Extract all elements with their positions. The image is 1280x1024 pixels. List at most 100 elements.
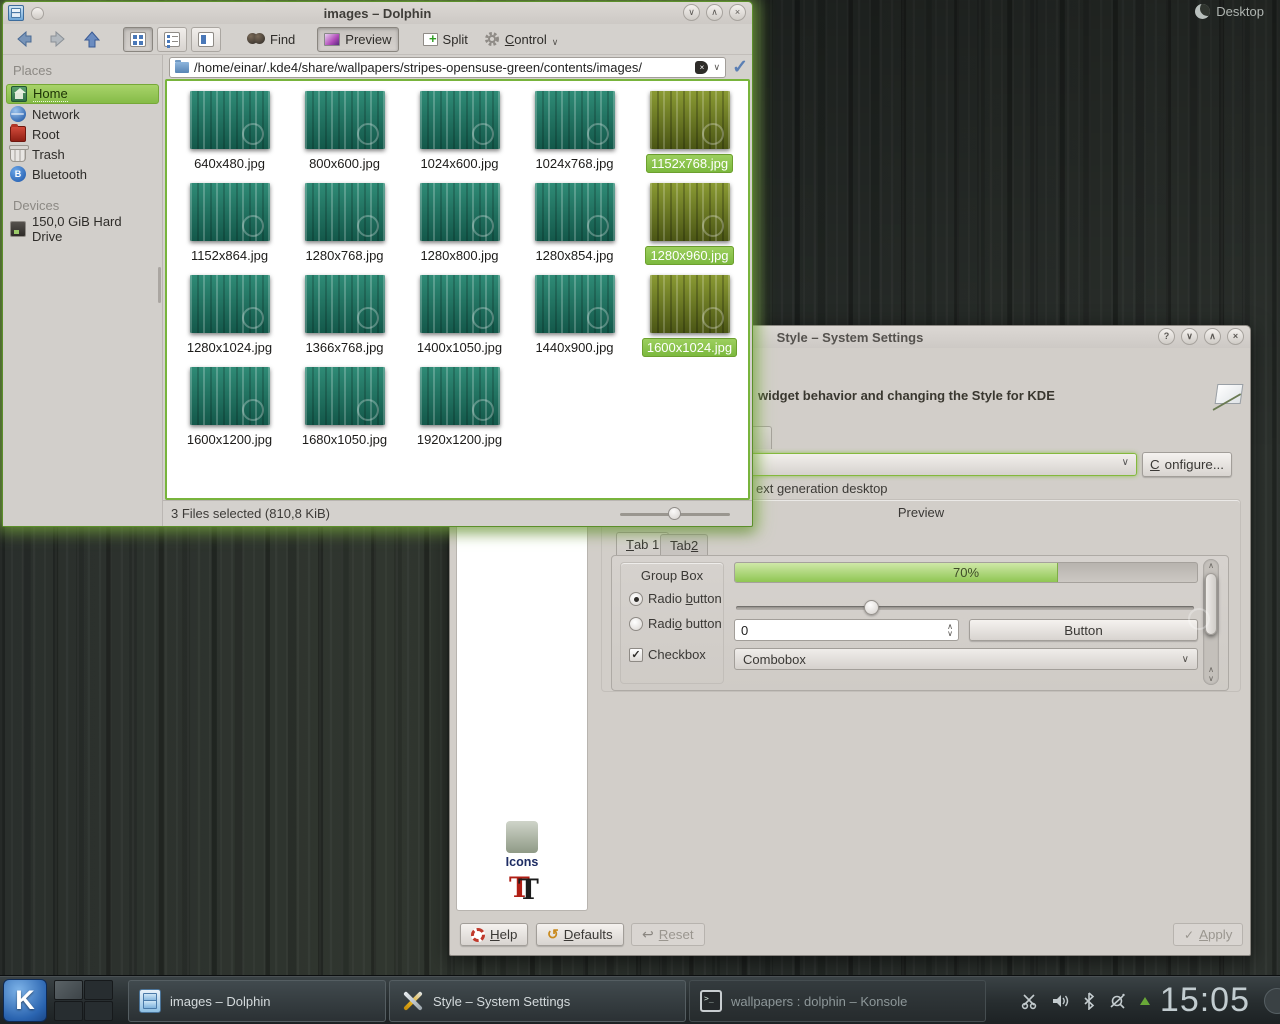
pager-desktop-2[interactable] — [84, 980, 113, 1000]
task-system-settings[interactable]: Style – System Settings — [389, 980, 686, 1022]
details-view-button[interactable] — [157, 27, 187, 52]
file-item[interactable]: 1280x854.jpg — [517, 183, 632, 275]
spinbox-arrows[interactable]: ∧ ∨ — [947, 623, 953, 637]
kde-menu-button[interactable]: K — [3, 979, 47, 1022]
chevron-down-icon[interactable]: ∨ — [713, 62, 720, 73]
maximize-button[interactable]: ∧ — [1204, 328, 1221, 345]
sidebar-item[interactable]: Icons — [457, 821, 587, 869]
device-item[interactable]: 150,0 GiB Hard Drive — [6, 219, 159, 239]
scroll-up-icon[interactable]: ∧ — [1203, 665, 1219, 674]
forward-button[interactable] — [43, 27, 73, 52]
reset-button[interactable]: ↩ Reset — [631, 923, 705, 946]
places-item[interactable]: Trash — [6, 144, 159, 164]
bluetooth-icon[interactable] — [1082, 992, 1096, 1010]
preview-slider[interactable] — [736, 600, 1194, 615]
file-item[interactable]: 1280x960.jpg — [632, 183, 747, 275]
pager-desktop-3[interactable] — [54, 1001, 83, 1021]
find-button[interactable]: Find — [241, 27, 301, 52]
file-item[interactable]: 1920x1200.jpg — [402, 367, 517, 459]
digital-clock[interactable]: 15:05 — [1160, 976, 1250, 1024]
location-bar[interactable]: /home/einar/.kde4/share/wallpapers/strip… — [169, 57, 726, 78]
close-button[interactable]: × — [729, 4, 746, 21]
split-button[interactable]: Split — [417, 27, 474, 52]
file-name: 1280x854.jpg — [531, 247, 617, 264]
pager-desktop-1[interactable] — [54, 980, 83, 1000]
volume-icon[interactable] — [1051, 992, 1069, 1010]
file-item[interactable]: 800x600.jpg — [287, 91, 402, 183]
preview-toggle-button[interactable]: Preview — [317, 27, 398, 52]
file-name: 1280x1024.jpg — [183, 339, 276, 356]
task-dolphin[interactable]: images – Dolphin — [128, 980, 386, 1022]
file-item[interactable]: 1024x768.jpg — [517, 91, 632, 183]
dolphin-titlebar[interactable]: images – Dolphin ∨ ∧ × — [3, 2, 752, 24]
file-item[interactable]: 1280x768.jpg — [287, 183, 402, 275]
help-window-button[interactable]: ? — [1158, 328, 1175, 345]
maximize-button[interactable]: ∧ — [706, 4, 723, 21]
sticky-window-button[interactable] — [31, 7, 44, 20]
wallpaper-thumbnail — [190, 183, 270, 241]
search-indexer-icon[interactable] — [1109, 992, 1127, 1010]
file-name: 1600x1024.jpg — [642, 338, 737, 357]
klipper-scissors-icon[interactable] — [1020, 992, 1038, 1010]
desktop-pager[interactable] — [54, 980, 113, 1021]
back-button[interactable] — [9, 27, 39, 52]
icons-view-button[interactable] — [123, 27, 153, 52]
panel-cashew[interactable] — [1264, 988, 1280, 1014]
control-menu-button[interactable]: Control ∨ — [478, 27, 565, 52]
chevron-down-icon: ∨ — [1182, 654, 1189, 665]
file-item[interactable]: 1280x800.jpg — [402, 183, 517, 275]
places-item[interactable]: Home — [6, 84, 159, 104]
file-item[interactable]: 1400x1050.jpg — [402, 275, 517, 367]
scroll-down-icon[interactable]: ∨ — [1203, 674, 1219, 683]
file-item[interactable]: 1024x600.jpg — [402, 91, 517, 183]
help-button[interactable]: Help — [460, 923, 528, 946]
scroll-up-icon[interactable]: ∧ — [1203, 561, 1219, 570]
slider-handle[interactable] — [668, 507, 681, 520]
radio-button-2[interactable]: Radio button — [629, 616, 722, 631]
defaults-button[interactable]: ↺ Defaults — [536, 923, 624, 946]
apply-button[interactable]: ✓ Apply — [1173, 923, 1243, 946]
file-item[interactable]: 1152x768.jpg — [632, 91, 747, 183]
file-item[interactable]: 1600x1024.jpg — [632, 275, 747, 367]
accept-location-button[interactable]: ✓ — [732, 58, 748, 77]
wallpaper-thumbnail — [650, 183, 730, 241]
file-item[interactable]: 1280x1024.jpg — [172, 275, 287, 367]
up-button[interactable] — [77, 27, 107, 52]
desktop-toolbox[interactable]: Desktop — [1195, 4, 1264, 19]
dolphin-app-icon[interactable] — [8, 5, 24, 21]
file-item[interactable]: 1440x900.jpg — [517, 275, 632, 367]
preview-combobox[interactable]: Combobox ∨ — [734, 648, 1198, 670]
file-view[interactable]: 640x480.jpg 800x600.jpg 1024x600.jpg — [165, 79, 750, 500]
minimize-button[interactable]: ∨ — [683, 4, 700, 21]
slider-handle[interactable] — [864, 600, 879, 615]
scrollbar-thumb[interactable] — [1205, 573, 1217, 635]
minimize-button[interactable]: ∨ — [1181, 328, 1198, 345]
file-item[interactable]: 1680x1050.jpg — [287, 367, 402, 459]
configure-button[interactable]: Configure... — [1142, 452, 1232, 477]
close-button[interactable]: × — [1227, 328, 1244, 345]
file-item[interactable]: 640x480.jpg — [172, 91, 287, 183]
file-item[interactable]: 1366x768.jpg — [287, 275, 402, 367]
file-item[interactable]: 1152x864.jpg — [172, 183, 287, 275]
places-item[interactable]: Root — [6, 124, 159, 144]
places-scrollbar[interactable] — [158, 267, 161, 303]
sidebar-item[interactable]: Fonts — [457, 881, 587, 911]
file-item[interactable]: 1600x1200.jpg — [172, 367, 287, 459]
tray-expander-icon[interactable] — [1140, 997, 1150, 1005]
radio-button-1[interactable]: Radio button — [629, 591, 722, 606]
spinbox[interactable]: 0 ∧ ∨ — [734, 619, 959, 641]
clear-text-icon[interactable]: × — [695, 61, 708, 74]
location-path[interactable]: /home/einar/.kde4/share/wallpapers/strip… — [194, 60, 690, 75]
preview-scrollbar[interactable]: ∧ ∧ ∨ — [1203, 559, 1219, 685]
columns-view-button[interactable] — [191, 27, 221, 52]
spin-down-icon[interactable]: ∨ — [947, 630, 953, 637]
checkbox-control[interactable]: ✓ Checkbox — [629, 647, 706, 662]
places-item[interactable]: Bluetooth — [6, 164, 159, 184]
preview-button[interactable]: Button — [969, 619, 1198, 641]
tab-2[interactable]: Tab 2 — [660, 534, 708, 556]
check-icon: ✓ — [1184, 928, 1194, 942]
pager-desktop-4[interactable] — [84, 1001, 113, 1021]
places-item[interactable]: Network — [6, 104, 159, 124]
zoom-slider[interactable] — [620, 507, 730, 521]
task-konsole[interactable]: >_ wallpapers : dolphin – Konsole — [689, 980, 986, 1022]
